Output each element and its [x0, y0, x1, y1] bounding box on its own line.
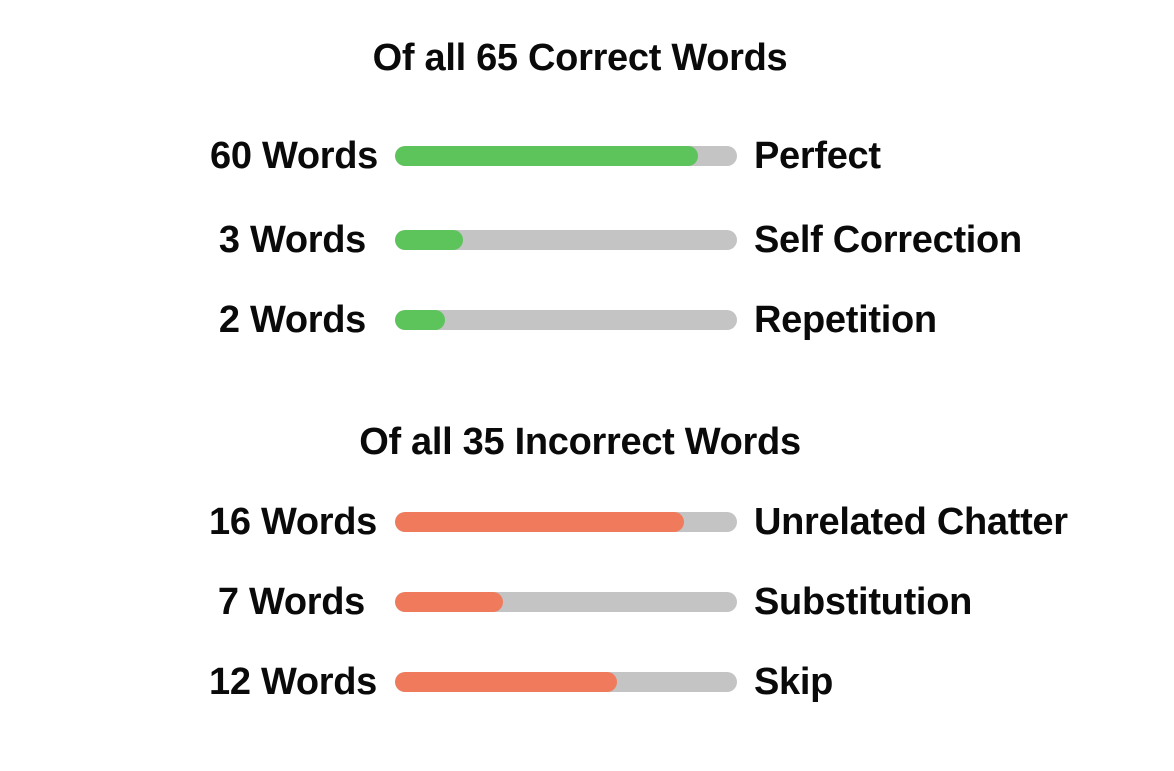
progress-fill — [395, 230, 464, 250]
row-label: Repetition — [754, 299, 937, 341]
row-count: 7 Words — [217, 581, 365, 623]
row-count: 2 Words — [218, 299, 366, 341]
progress-fill — [395, 592, 503, 612]
row-label: Perfect — [754, 135, 881, 177]
row-label: Substitution — [754, 581, 973, 623]
progress-fill — [395, 672, 618, 692]
progress-fill — [395, 310, 445, 330]
correct-row-self-correction: 3 Words Self Correction — [0, 218, 1174, 262]
incorrect-row-skip: 12 Words Skip — [0, 660, 1174, 704]
row-count: 3 Words — [218, 219, 366, 261]
progress-bar — [395, 592, 737, 612]
progress-fill — [395, 512, 684, 532]
correct-row-repetition: 2 Words Repetition — [0, 298, 1174, 342]
row-label: Skip — [754, 661, 834, 703]
incorrect-words-title: Of all 35 Incorrect Words — [359, 421, 801, 463]
progress-fill — [395, 146, 698, 166]
progress-bar — [395, 672, 737, 692]
incorrect-row-substitution: 7 Words Substitution — [0, 580, 1174, 624]
incorrect-row-unrelated-chatter: 16 Words Unrelated Chatter — [0, 500, 1174, 544]
progress-bar — [395, 512, 737, 532]
row-count: 60 Words — [210, 135, 378, 177]
progress-bar — [395, 310, 737, 330]
row-label: Self Correction — [754, 219, 1022, 261]
progress-bar — [395, 146, 737, 166]
correct-row-perfect: 60 Words Perfect — [0, 134, 1174, 178]
progress-bar — [395, 230, 737, 250]
row-label: Unrelated Chatter — [754, 501, 1068, 543]
row-count: 16 Words — [209, 501, 377, 543]
correct-words-title: Of all 65 Correct Words — [372, 37, 788, 79]
row-count: 12 Words — [209, 661, 377, 703]
